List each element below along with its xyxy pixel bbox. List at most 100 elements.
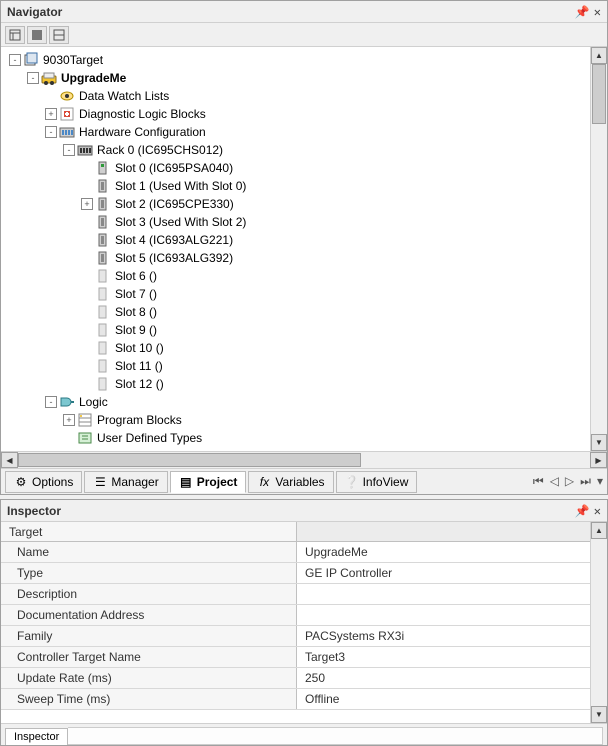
- inspector-value[interactable]: [297, 605, 590, 625]
- tree-item[interactable]: Slot 8 (): [5, 303, 607, 321]
- scroll-up-btn[interactable]: ▲: [591, 522, 607, 539]
- inspector-value[interactable]: Offline: [297, 689, 590, 709]
- tree-item[interactable]: +Diagnostic Logic Blocks: [5, 105, 607, 123]
- inspector-header: Inspector 📌 ✕: [1, 500, 607, 522]
- manager-icon: ☰: [93, 475, 107, 489]
- scroll-down-btn[interactable]: ▼: [591, 434, 607, 451]
- tab-variables[interactable]: fx Variables: [248, 471, 333, 493]
- tree-item[interactable]: Slot 9 (): [5, 321, 607, 339]
- inspector-vertical-scrollbar[interactable]: ▲ ▼: [590, 522, 607, 723]
- expand-icon[interactable]: +: [45, 108, 57, 120]
- tree-item[interactable]: -UpgradeMe: [5, 69, 607, 87]
- nav-last-icon[interactable]: ⏭: [580, 474, 591, 489]
- inspector-value[interactable]: PACSystems RX3i: [297, 626, 590, 646]
- inspector-row[interactable]: Controller Target NameTarget3: [1, 647, 590, 668]
- tree-item[interactable]: Slot 1 (Used With Slot 0): [5, 177, 607, 195]
- inspector-row[interactable]: NameUpgradeMe: [1, 542, 590, 563]
- tree-item[interactable]: -Rack 0 (IC695CHS012): [5, 141, 607, 159]
- tree-item[interactable]: Slot 4 (IC693ALG221): [5, 231, 607, 249]
- inspector-value[interactable]: [297, 584, 590, 604]
- inspector-section-label: Target: [1, 522, 297, 541]
- tree-item[interactable]: -Logic: [5, 393, 607, 411]
- nav-first-icon[interactable]: ⏮: [533, 474, 544, 489]
- tree-item[interactable]: Data Watch Lists: [5, 87, 607, 105]
- scroll-down-btn[interactable]: ▼: [591, 706, 607, 723]
- close-icon[interactable]: ✕: [594, 504, 601, 518]
- fx-icon: fx: [257, 475, 271, 489]
- expand-icon[interactable]: +: [81, 198, 93, 210]
- toolbar-btn-3[interactable]: [49, 26, 69, 44]
- toggle-spacer: [81, 342, 93, 354]
- collapse-icon[interactable]: -: [45, 126, 57, 138]
- toggle-spacer: [81, 306, 93, 318]
- slot-icon: [95, 196, 111, 212]
- slot-e-icon: [95, 358, 111, 374]
- inspector-row[interactable]: TypeGE IP Controller: [1, 563, 590, 584]
- close-icon[interactable]: ✕: [594, 5, 601, 19]
- scroll-thumb[interactable]: [592, 64, 606, 124]
- tree-item[interactable]: Slot 12 (): [5, 375, 607, 393]
- expand-icon[interactable]: +: [63, 414, 75, 426]
- nav-next-icon[interactable]: ▷: [565, 474, 574, 489]
- slot-e-icon: [95, 322, 111, 338]
- tree-item[interactable]: Slot 5 (IC693ALG392): [5, 249, 607, 267]
- toggle-spacer: [63, 432, 75, 444]
- tree-item[interactable]: User Defined Types: [5, 429, 607, 447]
- tab-infoview[interactable]: ❔ InfoView: [336, 471, 418, 493]
- tree-viewport[interactable]: -9030Target-UpgradeMeData Watch Lists+Di…: [1, 47, 607, 451]
- tree-item-label: Slot 8 (): [115, 305, 157, 319]
- tree-horizontal-scrollbar[interactable]: ◀ ▶: [1, 451, 607, 468]
- tree-item[interactable]: Slot 0 (IC695PSA040): [5, 159, 607, 177]
- tree-item-label: 9030Target: [43, 53, 103, 67]
- tree-item[interactable]: +Slot 2 (IC695CPE330): [5, 195, 607, 213]
- inspector-key: Documentation Address: [1, 605, 297, 625]
- scroll-left-btn[interactable]: ◀: [1, 452, 18, 468]
- toggle-spacer: [81, 324, 93, 336]
- scroll-h-thumb[interactable]: [18, 453, 361, 467]
- nav-prev-icon[interactable]: ◁: [550, 474, 559, 489]
- tree-item[interactable]: -Hardware Configuration: [5, 123, 607, 141]
- inspector-key: Name: [1, 542, 297, 562]
- inspector-section-header[interactable]: Target: [1, 522, 590, 542]
- toggle-spacer: [81, 270, 93, 282]
- tab-label: Options: [32, 475, 73, 489]
- slot-icon: [95, 250, 111, 266]
- toolbar-btn-1[interactable]: [5, 26, 25, 44]
- inspector-row[interactable]: Update Rate (ms)250: [1, 668, 590, 689]
- toolbar-btn-2[interactable]: [27, 26, 47, 44]
- tree-item[interactable]: - 9030Target: [5, 51, 607, 69]
- collapse-icon[interactable]: -: [45, 396, 57, 408]
- tree-item[interactable]: Slot 3 (Used With Slot 2): [5, 213, 607, 231]
- nav-menu-icon[interactable]: ▾: [597, 474, 603, 489]
- tree-item[interactable]: + Program Blocks: [5, 411, 607, 429]
- slot-e-icon: [95, 376, 111, 392]
- tree-item[interactable]: Slot 7 (): [5, 285, 607, 303]
- tree-vertical-scrollbar[interactable]: ▲ ▼: [590, 47, 607, 451]
- pin-icon[interactable]: 📌: [575, 504, 590, 518]
- inspector-value[interactable]: GE IP Controller: [297, 563, 590, 583]
- inspector-tab[interactable]: Inspector: [5, 728, 68, 745]
- tab-manager[interactable]: ☰ Manager: [84, 471, 167, 493]
- tree-item[interactable]: Slot 10 (): [5, 339, 607, 357]
- tree-item[interactable]: Slot 11 (): [5, 357, 607, 375]
- toggle-spacer: [81, 234, 93, 246]
- collapse-icon[interactable]: -: [27, 72, 39, 84]
- collapse-icon[interactable]: -: [63, 144, 75, 156]
- inspector-key: Update Rate (ms): [1, 668, 297, 688]
- tree-item-label: Program Blocks: [97, 413, 182, 427]
- inspector-row[interactable]: Documentation Address: [1, 605, 590, 626]
- inspector-row[interactable]: Sweep Time (ms)Offline: [1, 689, 590, 710]
- tab-project[interactable]: ▤ Project: [170, 471, 247, 493]
- collapse-icon[interactable]: -: [9, 54, 21, 66]
- tree-item-label: Data Watch Lists: [79, 89, 169, 103]
- tree-item[interactable]: Slot 6 (): [5, 267, 607, 285]
- pin-icon[interactable]: 📌: [575, 5, 590, 19]
- tab-options[interactable]: ⚙ Options: [5, 471, 82, 493]
- inspector-row[interactable]: Description: [1, 584, 590, 605]
- inspector-value[interactable]: UpgradeMe: [297, 542, 590, 562]
- scroll-up-btn[interactable]: ▲: [591, 47, 607, 64]
- inspector-row[interactable]: FamilyPACSystems RX3i: [1, 626, 590, 647]
- scroll-right-btn[interactable]: ▶: [590, 452, 607, 468]
- inspector-value[interactable]: Target3: [297, 647, 590, 667]
- inspector-value[interactable]: 250: [297, 668, 590, 688]
